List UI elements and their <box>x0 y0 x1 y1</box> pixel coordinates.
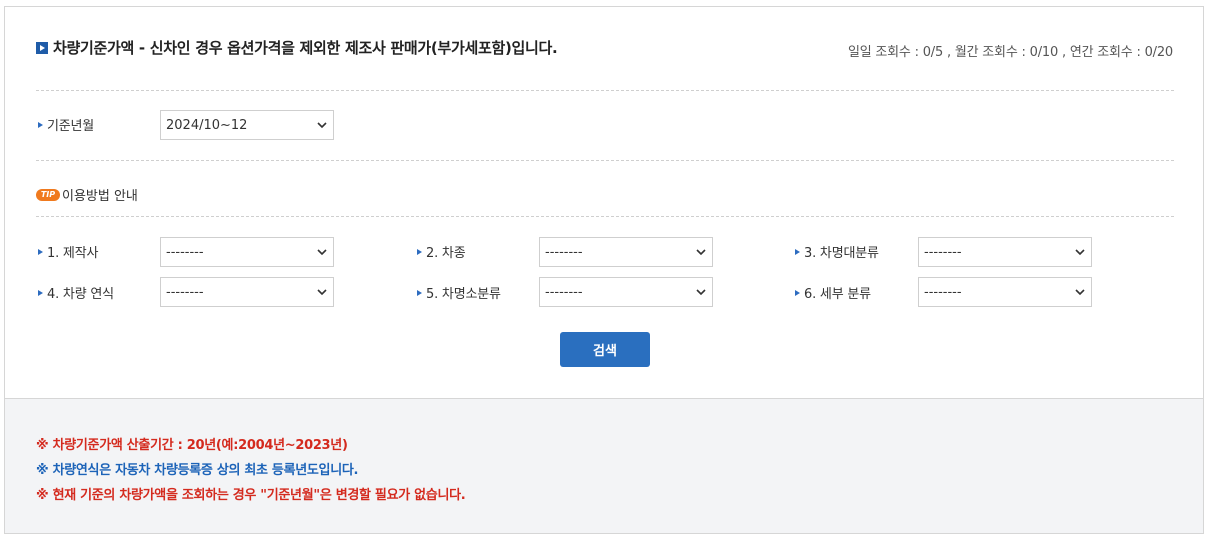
base-month-label: 기준년월 <box>38 115 94 134</box>
search-form: 차량기준가액 - 신차인 경우 옵션가격을 제외한 제조사 판매가(부가세포함)… <box>5 7 1203 398</box>
bullet-triangle-icon <box>417 289 422 296</box>
chevron-down-icon <box>690 248 712 256</box>
car-type-select[interactable]: -------- <box>539 237 713 267</box>
vehicle-price-panel: 차량기준가액 - 신차인 경우 옵션가격을 제외한 제조사 판매가(부가세포함)… <box>4 6 1204 534</box>
search-button[interactable]: 검색 <box>560 332 650 367</box>
divider <box>36 160 1174 161</box>
notice-box: ※ 차량기준가액 산출기간 : 20년(예:2004년~2023년) ※ 차량연… <box>5 398 1203 533</box>
model-major-select[interactable]: -------- <box>918 237 1092 267</box>
bullet-triangle-icon <box>795 289 800 296</box>
bullet-triangle-icon <box>38 289 43 296</box>
model-year-select[interactable]: -------- <box>160 277 334 307</box>
title-bullet-icon <box>36 41 48 54</box>
model-minor-select[interactable]: -------- <box>539 277 713 307</box>
bullet-triangle-icon <box>417 248 422 255</box>
page-title-row: 차량기준가액 - 신차인 경우 옵션가격을 제외한 제조사 판매가(부가세포함)… <box>36 37 558 58</box>
notice-base-month: ※ 현재 기준의 차량가액을 조회하는 경우 "기준년월"은 변경할 필요가 없… <box>36 488 466 503</box>
car-type-label: 2. 차종 <box>417 242 466 261</box>
chevron-down-icon <box>1069 288 1091 296</box>
base-month-select[interactable]: 2024/10~12 <box>160 110 334 140</box>
model-major-label: 3. 차명대분류 <box>795 242 879 261</box>
bullet-triangle-icon <box>38 121 43 128</box>
bullet-triangle-icon <box>38 248 43 255</box>
query-count-status: 일일 조회수 : 0/5 , 월간 조회수 : 0/10 , 연간 조회수 : … <box>847 45 1173 60</box>
chevron-down-icon <box>311 288 333 296</box>
tip-badge-icon: TIP <box>36 188 60 201</box>
manufacturer-label: 1. 제작사 <box>38 242 98 261</box>
divider <box>36 216 1174 217</box>
usage-guide-label: 이용방법 안내 <box>62 189 138 204</box>
bullet-triangle-icon <box>795 248 800 255</box>
model-minor-label: 5. 차명소분류 <box>417 283 501 302</box>
divider <box>36 90 1174 91</box>
chevron-down-icon <box>1069 248 1091 256</box>
manufacturer-select[interactable]: -------- <box>160 237 334 267</box>
detail-label: 6. 세부 분류 <box>795 283 871 302</box>
notice-model-year: ※ 차량연식은 자동차 차량등록증 상의 최초 등록년도입니다. <box>36 463 359 478</box>
chevron-down-icon <box>311 248 333 256</box>
usage-guide-link[interactable]: TIP 이용방법 안내 <box>36 185 138 204</box>
page-title: 차량기준가액 - 신차인 경우 옵션가격을 제외한 제조사 판매가(부가세포함)… <box>53 39 558 57</box>
chevron-down-icon <box>690 288 712 296</box>
model-year-label: 4. 차량 연식 <box>38 283 114 302</box>
detail-select[interactable]: -------- <box>918 277 1092 307</box>
chevron-down-icon <box>311 121 333 129</box>
notice-period: ※ 차량기준가액 산출기간 : 20년(예:2004년~2023년) <box>36 438 348 453</box>
